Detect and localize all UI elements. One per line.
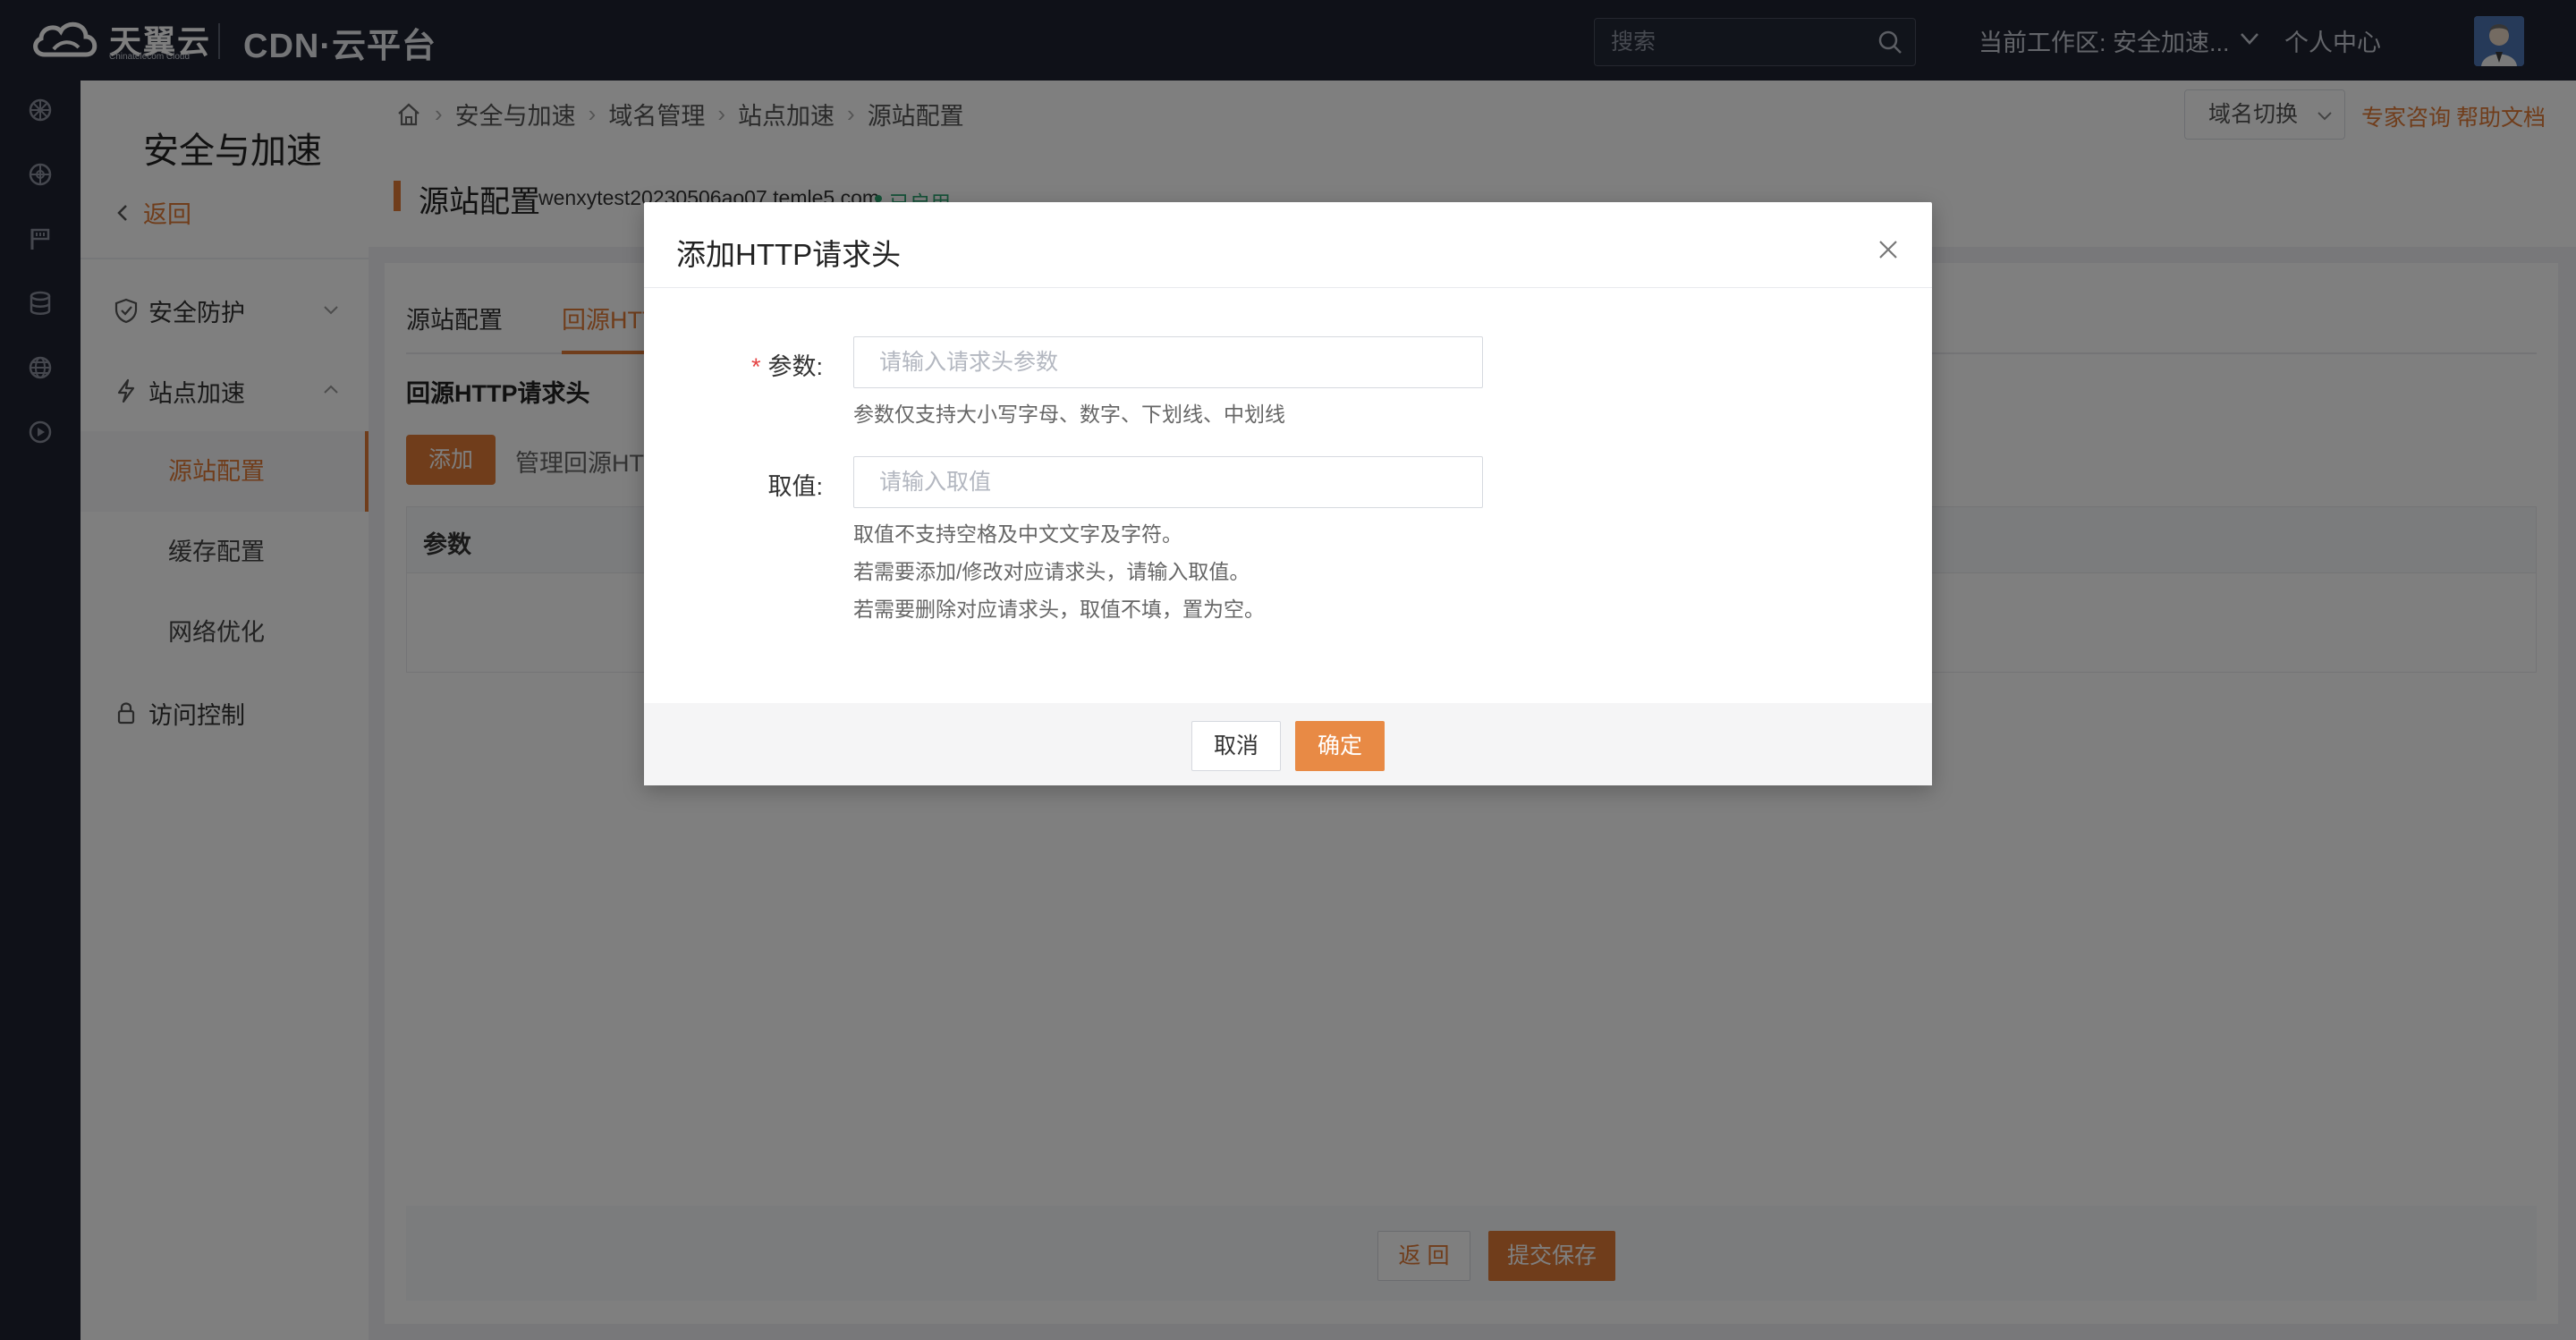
dialog-header: 添加HTTP请求头 [644, 202, 1932, 288]
value-hint: 若需要删除对应请求头，取值不填，置为空。 [853, 598, 1265, 621]
value-hint: 取值不支持空格及中文文字及字符。 [853, 522, 1182, 546]
param-input[interactable] [853, 336, 1483, 388]
required-marker: * [750, 353, 761, 380]
dialog-title: 添加HTTP请求头 [676, 238, 902, 271]
value-label: 取值: [767, 473, 823, 500]
value-hint: 若需要添加/修改对应请求头，请输入取值。 [853, 560, 1250, 583]
param-label: * 参数: [644, 347, 823, 382]
add-http-header-dialog: 添加HTTP请求头 *参数: 参数仅支持大小写字母、数字、下划线、中划线 取值:… [644, 202, 1932, 785]
dialog-footer: 取消 确定 [644, 703, 1932, 785]
close-icon[interactable] [1877, 238, 1900, 261]
param-label-text: 参数: [767, 353, 823, 380]
confirm-button[interactable]: 确定 [1295, 721, 1385, 771]
cancel-button[interactable]: 取消 [1191, 721, 1281, 771]
value-input[interactable] [853, 456, 1483, 508]
param-hint: 参数仅支持大小写字母、数字、下划线、中划线 [853, 403, 1285, 426]
